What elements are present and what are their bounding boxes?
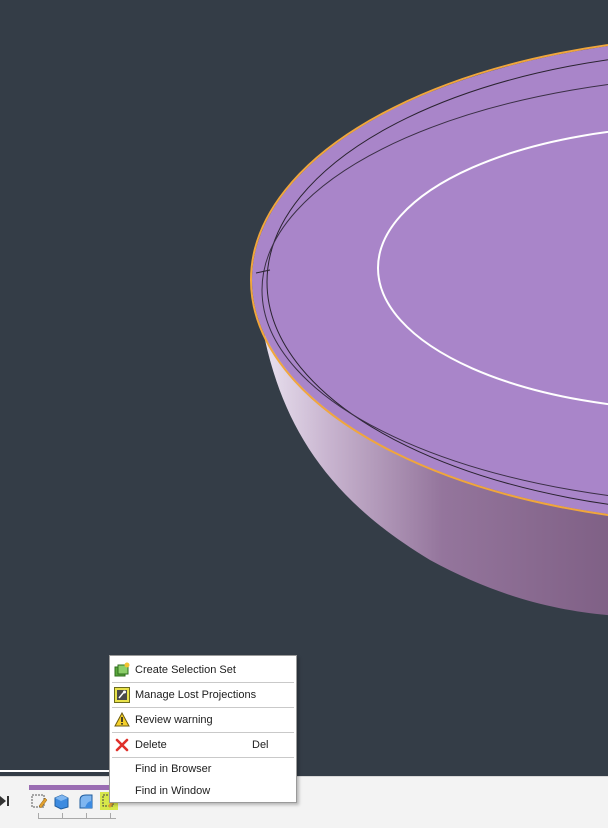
menu-item-delete[interactable]: Delete Del — [110, 734, 296, 756]
menu-item-manage-lost-projections[interactable]: Manage Lost Projections — [110, 684, 296, 706]
menu-item-review-warning[interactable]: Review warning — [110, 709, 296, 731]
menu-item-label: Find in Browser — [135, 763, 212, 775]
menu-item-label: Review warning — [135, 714, 213, 726]
warning-icon — [114, 712, 130, 727]
extrude-icon[interactable] — [52, 792, 70, 810]
menu-item-label: Manage Lost Projections — [135, 689, 257, 701]
menu-item-label: Create Selection Set — [135, 664, 236, 676]
menu-item-label: Find in Window — [135, 785, 211, 797]
lost-projections-icon — [114, 687, 130, 703]
fillet-icon[interactable] — [77, 792, 95, 810]
menu-item-label: Delete — [135, 739, 167, 751]
menu-separator — [112, 682, 294, 683]
delete-x-icon — [115, 738, 129, 752]
sketch-icon[interactable] — [30, 792, 48, 810]
menu-item-find-in-browser[interactable]: Find in Browser — [110, 758, 296, 780]
timeline-ticks — [38, 812, 116, 819]
menu-item-create-selection-set[interactable]: Create Selection Set — [110, 659, 296, 681]
selection-set-icon — [114, 662, 130, 677]
menu-item-find-in-window[interactable]: Find in Window — [110, 780, 296, 802]
menu-separator — [112, 732, 294, 733]
menu-separator — [112, 707, 294, 708]
3d-viewport[interactable] — [0, 0, 608, 827]
timeline-marker — [29, 785, 111, 790]
model-canvas[interactable] — [0, 0, 608, 827]
cylinder-top-face[interactable] — [252, 37, 608, 523]
play-to-end-icon[interactable] — [0, 794, 10, 808]
menu-item-shortcut: Del — [252, 739, 269, 751]
context-menu: Create Selection Set Manage Lost Project… — [109, 655, 297, 803]
timeline-divider — [0, 770, 110, 772]
